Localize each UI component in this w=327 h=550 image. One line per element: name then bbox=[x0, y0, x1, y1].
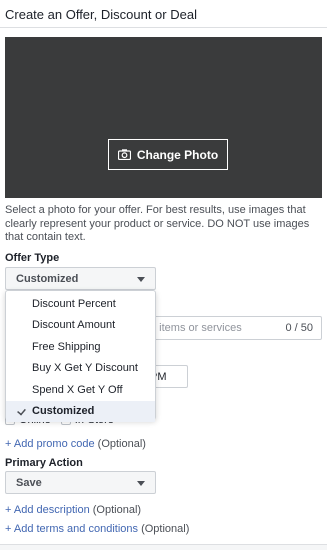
dropdown-option-label: Buy X Get Y Discount bbox=[32, 362, 138, 375]
add-promo-code-link[interactable]: + Add promo code (Optional) bbox=[5, 438, 146, 450]
photo-help-text: Select a photo for your offer. For best … bbox=[5, 204, 310, 243]
change-photo-label: Change Photo bbox=[136, 147, 219, 162]
dropdown-option[interactable]: Spend X Get Y Off bbox=[6, 379, 155, 401]
offer-type-label: Offer Type bbox=[5, 252, 60, 264]
dropdown-option-selected[interactable]: Customized bbox=[6, 400, 155, 422]
dropdown-option-label: Discount Amount bbox=[32, 319, 116, 332]
add-terms-text: + Add terms and conditions bbox=[5, 523, 138, 535]
offer-type-dropdown-menu: Discount Percent Discount Amount Free Sh… bbox=[5, 290, 156, 422]
dropdown-option-label: Discount Percent bbox=[32, 297, 116, 310]
primary-action-select[interactable]: Save bbox=[5, 471, 156, 494]
camera-icon bbox=[117, 149, 131, 160]
change-photo-button[interactable]: Change Photo bbox=[108, 139, 228, 170]
caret-down-icon bbox=[137, 277, 145, 282]
add-promo-code-text: + Add promo code bbox=[5, 438, 95, 450]
offer-details-placeholder: d items or services bbox=[150, 322, 242, 334]
dropdown-option[interactable]: Free Shipping bbox=[6, 336, 155, 358]
offer-type-select[interactable]: Customized bbox=[5, 267, 156, 290]
dialog-header: Create an Offer, Discount or Deal bbox=[0, 0, 327, 28]
dialog-title: Create an Offer, Discount or Deal bbox=[5, 7, 197, 22]
offer-type-value: Customized bbox=[16, 272, 79, 285]
primary-action-label: Primary Action bbox=[5, 457, 83, 469]
dropdown-option-label: Customized bbox=[32, 405, 95, 418]
footer-divider bbox=[0, 544, 327, 550]
optional-tag: (Optional) bbox=[97, 438, 146, 450]
add-description-link[interactable]: + Add description (Optional) bbox=[5, 504, 141, 516]
dropdown-option-label: Free Shipping bbox=[32, 340, 101, 353]
check-icon bbox=[17, 405, 26, 416]
optional-tag: (Optional) bbox=[141, 523, 190, 535]
add-description-text: + Add description bbox=[5, 504, 90, 516]
dropdown-option[interactable]: Discount Amount bbox=[6, 315, 155, 337]
dropdown-option[interactable]: Buy X Get Y Discount bbox=[6, 358, 155, 380]
offer-details-input[interactable]: d items or services 0 / 50 bbox=[145, 316, 322, 340]
character-counter: 0 / 50 bbox=[285, 322, 313, 334]
dropdown-option-label: Spend X Get Y Off bbox=[32, 383, 123, 396]
add-terms-link[interactable]: + Add terms and conditions (Optional) bbox=[5, 523, 189, 535]
caret-down-icon bbox=[137, 481, 145, 486]
photo-area: Change Photo bbox=[5, 37, 322, 198]
dropdown-option[interactable]: Discount Percent bbox=[6, 293, 155, 315]
optional-tag: (Optional) bbox=[92, 504, 142, 516]
primary-action-value: Save bbox=[16, 476, 42, 489]
